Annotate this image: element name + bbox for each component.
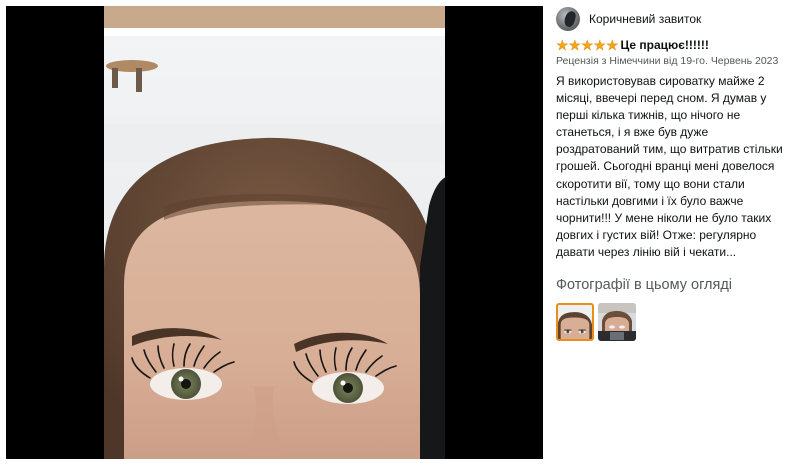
photo-thumbnail-image — [558, 305, 592, 340]
review-date: Рецензія з Німеччини від 19-го. Червень … — [556, 55, 779, 67]
reviewer-profile[interactable]: Коричневий завиток — [556, 6, 792, 32]
photo-thumbnail-1[interactable] — [556, 303, 594, 342]
star-icon: ★ — [606, 37, 619, 53]
review-title[interactable]: Це працює!!!!!! — [621, 38, 709, 52]
review-panel: Коричневий завиток ★ ★ ★ ★ ★ Це працює!!!!!!… — [556, 6, 792, 342]
star-icon: ★ — [568, 37, 582, 53]
rating-title-row: ★ ★ ★ ★ ★ Це працює!!!!!! — [556, 37, 792, 53]
photos-heading: Фотографії в цьому огляді — [556, 277, 733, 294]
reviewer-name[interactable]: Коричневий завиток — [589, 12, 701, 26]
photo-viewer — [6, 6, 543, 459]
photo-thumbnail-2[interactable] — [598, 303, 636, 342]
review-photo-image — [104, 6, 445, 459]
photo-thumbnails — [556, 303, 792, 342]
star-icon: ★ — [581, 37, 594, 53]
review-text: Я використовував сироватку майже 2 місяц… — [556, 74, 783, 259]
user-avatar-icon[interactable] — [556, 7, 580, 31]
star-rating[interactable]: ★ ★ ★ ★ ★ — [556, 38, 619, 52]
photo-thumbnail-image — [598, 303, 636, 342]
star-icon: ★ — [593, 37, 607, 53]
review-photo[interactable] — [104, 6, 445, 459]
star-icon: ★ — [556, 37, 569, 53]
